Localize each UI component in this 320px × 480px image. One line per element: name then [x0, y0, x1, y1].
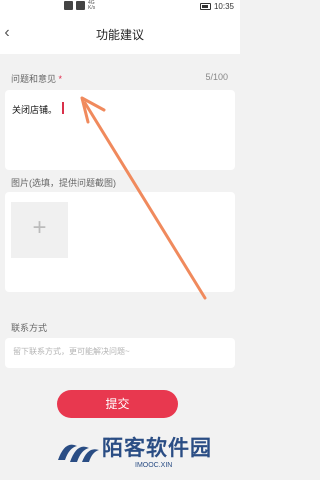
watermark: 陌客软件园 IMOOC.XIN [55, 428, 240, 480]
feedback-label: 问题和意见 * [11, 74, 63, 84]
submit-button[interactable]: 提交 [57, 390, 178, 418]
image-upload-card: + [5, 192, 235, 292]
char-counter: 5/100 [205, 72, 228, 82]
feedback-text: 关闭店铺。 [12, 105, 58, 115]
nav-bar: ‹ 功能建议 [0, 14, 240, 54]
images-label: 图片(选填，提供问题截图) [11, 178, 116, 188]
status-time: 10:35 [213, 2, 234, 11]
signal-icon [64, 1, 73, 10]
required-mark: * [58, 74, 63, 84]
contact-input[interactable] [11, 346, 230, 357]
signal-icon-2 [76, 1, 85, 10]
contact-label: 联系方式 [11, 323, 48, 333]
network-indicator: 4G K/s [88, 0, 96, 11]
watermark-url: IMOOC.XIN [135, 462, 173, 469]
add-image-button[interactable]: + [11, 202, 68, 258]
feedback-textarea[interactable]: 关闭店铺。 [5, 90, 235, 170]
contact-field-wrapper [5, 338, 235, 368]
page-title: 功能建议 [95, 28, 144, 42]
text-caret [62, 102, 64, 114]
signal-group: 4G K/s [64, 1, 95, 11]
status-bar: 4G K/s 10:35 [0, 0, 240, 14]
plus-icon: + [32, 214, 47, 241]
watermark-logo-icon [58, 444, 99, 462]
watermark-brand: 陌客软件园 [102, 437, 212, 460]
battery-icon [199, 3, 211, 10]
